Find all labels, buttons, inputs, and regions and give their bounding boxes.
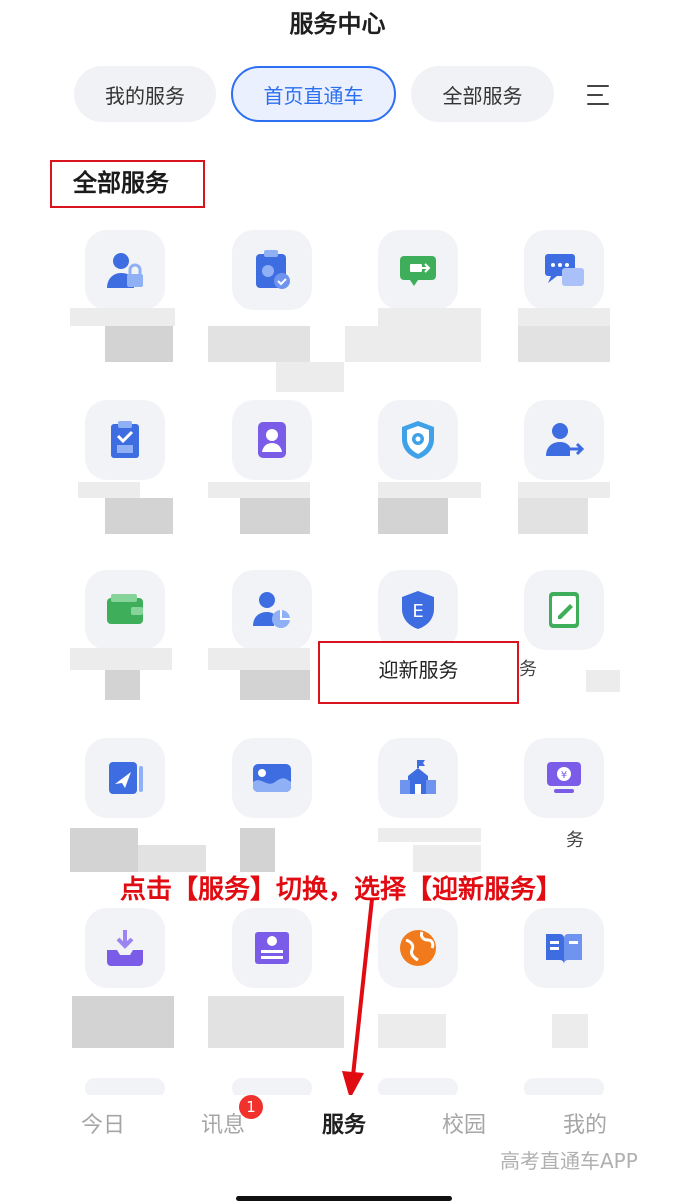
chat-bubbles-icon[interactable]: [524, 230, 604, 310]
watermark: 高考直通车APP: [500, 1149, 638, 1173]
wallet-icon[interactable]: [85, 570, 165, 650]
nav-item-campus[interactable]: 校园: [409, 1109, 519, 1143]
tab-all-services[interactable]: 全部服务: [411, 66, 554, 122]
user-transfer-icon[interactable]: [524, 400, 604, 480]
menu-icon[interactable]: [583, 82, 613, 108]
notebook-edit-icon[interactable]: [524, 570, 604, 650]
e-badge-icon[interactable]: E: [378, 570, 458, 650]
yuan-monitor-icon[interactable]: ¥: [524, 738, 604, 818]
tab-homepage-express[interactable]: 首页直通车: [231, 66, 396, 122]
tab-my-services[interactable]: 我的服务: [74, 66, 216, 122]
nav-item-messages[interactable]: 讯息: [168, 1109, 278, 1143]
nav-item-me[interactable]: 我的: [530, 1109, 640, 1143]
clipboard-check-icon[interactable]: [85, 400, 165, 480]
card-wave-icon[interactable]: [232, 738, 312, 818]
home-indicator[interactable]: [236, 1196, 452, 1201]
globe-icon[interactable]: [378, 908, 458, 988]
shield-gear-icon[interactable]: [378, 400, 458, 480]
partial-label: 务: [566, 830, 584, 851]
nav-item-today[interactable]: 今日: [48, 1109, 158, 1143]
send-document-icon[interactable]: [85, 738, 165, 818]
arrow-icon: [342, 898, 374, 1099]
welcome-service-label[interactable]: 迎新服务: [318, 655, 519, 685]
user-lock-icon[interactable]: [85, 230, 165, 310]
screen-share-icon[interactable]: [378, 230, 458, 310]
unread-badge: 1: [239, 1095, 263, 1119]
nav-item-services[interactable]: 服务: [289, 1109, 399, 1143]
download-tray-icon[interactable]: [85, 908, 165, 988]
certificate-icon[interactable]: [232, 908, 312, 988]
open-book-icon[interactable]: [524, 908, 604, 988]
svg-text:¥: ¥: [561, 770, 567, 781]
school-building-icon[interactable]: [378, 738, 458, 818]
svg-text:E: E: [412, 601, 423, 622]
section-title: 全部服务: [73, 169, 169, 197]
id-card-icon[interactable]: [232, 400, 312, 480]
user-chart-icon[interactable]: [232, 570, 312, 650]
passport-calendar-icon[interactable]: [232, 230, 312, 310]
page-title: 服务中心: [289, 10, 386, 38]
partial-label: 务: [519, 659, 537, 680]
